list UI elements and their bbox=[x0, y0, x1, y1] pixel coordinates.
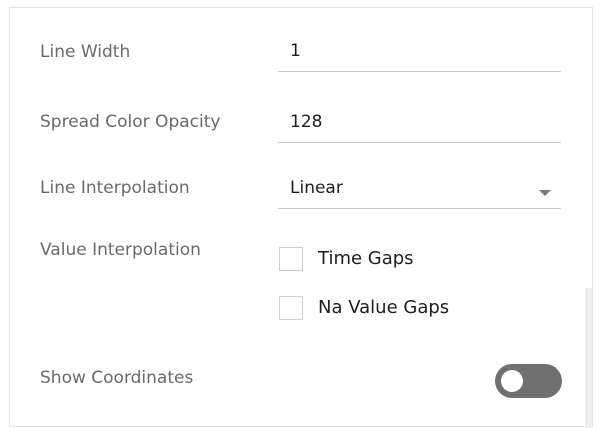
toggle-knob bbox=[501, 370, 523, 392]
line-interpolation-dropdown[interactable]: Linear bbox=[278, 178, 561, 209]
value-interpolation-label: Value Interpolation bbox=[40, 240, 201, 260]
line-width-label: Line Width bbox=[40, 42, 131, 62]
chevron-down-icon[interactable] bbox=[539, 190, 551, 196]
na-value-gaps-checkbox[interactable] bbox=[279, 296, 303, 320]
spread-color-opacity-input[interactable]: 128 bbox=[278, 112, 561, 143]
line-width-input[interactable]: 1 bbox=[278, 41, 561, 72]
na-value-gaps-label[interactable]: Na Value Gaps bbox=[318, 297, 449, 318]
spread-color-opacity-value: 128 bbox=[290, 112, 323, 132]
scrollbar-thumb[interactable] bbox=[585, 288, 592, 428]
settings-panel: Line Width 1 Spread Color Opacity 128 Li… bbox=[9, 7, 593, 428]
time-gaps-checkbox[interactable] bbox=[279, 247, 303, 271]
vertical-scrollbar[interactable] bbox=[585, 8, 592, 428]
show-coordinates-toggle[interactable] bbox=[495, 364, 562, 398]
time-gaps-label[interactable]: Time Gaps bbox=[318, 248, 414, 269]
spread-color-opacity-label: Spread Color Opacity bbox=[40, 112, 221, 132]
line-interpolation-value: Linear bbox=[290, 178, 343, 198]
line-interpolation-label: Line Interpolation bbox=[40, 178, 190, 198]
show-coordinates-label: Show Coordinates bbox=[40, 368, 194, 388]
line-width-value: 1 bbox=[290, 41, 301, 61]
